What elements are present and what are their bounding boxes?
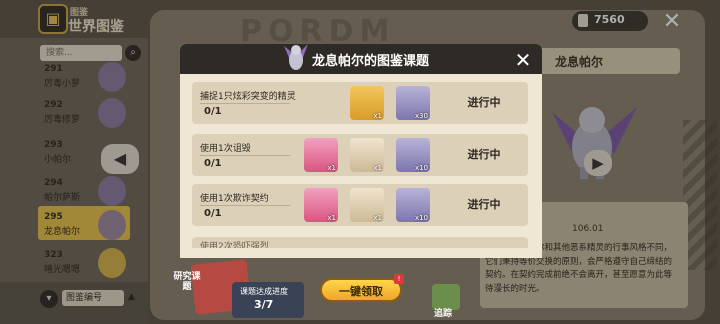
task-status-button[interactable]: 进行中 xyxy=(440,184,528,226)
task-row: 捕捉1只炫彩突变的精灵 0/1 x1 x30 进行中 xyxy=(192,82,528,124)
task-progress-value: 3/7 xyxy=(254,298,274,311)
task-progress: 0/1 xyxy=(204,208,222,219)
task-description: 使用1次诅毁 xyxy=(200,144,251,154)
reward-item[interactable]: x1 xyxy=(304,188,338,222)
divider xyxy=(200,103,290,104)
claim-all-button[interactable]: 一键领取 xyxy=(320,278,402,302)
creature-icon xyxy=(284,44,308,70)
notification-badge: ! xyxy=(394,274,404,284)
task-progress-label: 课题达成进度 xyxy=(240,287,288,296)
task-row: 使用1次诅毁 0/1 x1 x1 x10 进行中 xyxy=(192,134,528,176)
reward-item[interactable]: x10 xyxy=(396,188,430,222)
task-description: 使用1次欺诈契约 xyxy=(200,194,269,204)
task-status-button[interactable]: 进行中 xyxy=(440,82,528,124)
reward-item[interactable]: x1 xyxy=(350,188,384,222)
study-tasks-label[interactable]: 研究课题 xyxy=(172,272,202,292)
reward-item[interactable]: x1 xyxy=(350,86,384,120)
divider xyxy=(200,205,290,206)
reward-item[interactable]: x30 xyxy=(396,86,430,120)
track-label[interactable]: 追踪 xyxy=(434,306,452,319)
reward-item[interactable]: x1 xyxy=(350,138,384,172)
task-description: 捕捉1只炫彩突变的精灵 xyxy=(200,92,296,102)
modal-close-button[interactable]: ✕ xyxy=(512,49,534,71)
modal-title: 龙息帕尔的图鉴课题 xyxy=(312,54,430,69)
task-status-button[interactable]: 进行中 xyxy=(440,134,528,176)
reward-item[interactable]: x10 xyxy=(396,138,430,172)
task-progress: 0/1 xyxy=(204,106,222,117)
task-row: 使用1次欺诈契约 0/1 x1 x1 x10 进行中 xyxy=(192,184,528,226)
divider xyxy=(200,155,290,156)
reward-item[interactable]: x1 xyxy=(304,138,338,172)
modal-footer xyxy=(180,248,542,258)
task-progress: 0/1 xyxy=(204,158,222,169)
